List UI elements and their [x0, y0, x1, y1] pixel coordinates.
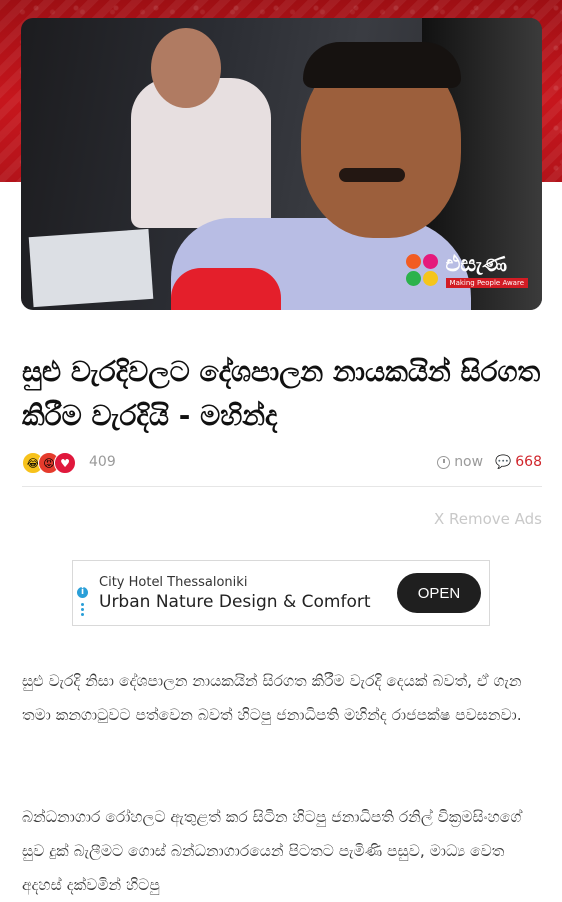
- comment-count[interactable]: 668: [515, 454, 542, 470]
- reaction-count: 409: [89, 454, 116, 470]
- ad-sponsor: City Hotel Thessaloniki: [99, 575, 248, 590]
- love-reaction-icon[interactable]: ♥: [54, 452, 76, 474]
- man-hair: [303, 42, 461, 88]
- article-meta: 😂 😡 ♥ 409 now 💬 668: [22, 452, 542, 476]
- ad-options-icon[interactable]: [81, 603, 84, 618]
- ad-info-icon[interactable]: i: [77, 587, 88, 598]
- comment-icon[interactable]: 💬: [495, 455, 511, 470]
- microphone: [171, 268, 281, 310]
- newspaper: [28, 228, 154, 308]
- remove-ads-link[interactable]: X Remove Ads: [434, 510, 542, 528]
- divider: [22, 486, 542, 487]
- driver-head: [151, 28, 221, 108]
- article-paragraph: බන්ධනාගාර රෝහලට ඇතුළත් කර සිටින හිටපු ජන…: [22, 808, 522, 894]
- time-and-comments: now 💬 668: [437, 454, 542, 470]
- ad-banner[interactable]: i City Hotel Thessaloniki Urban Nature D…: [72, 560, 490, 626]
- article-paragraph: සුළු වැරදි නිසා දේශපාලන නායකයින් සිරගත ක…: [22, 672, 522, 724]
- logo-dots-icon: [405, 254, 440, 288]
- published-time: now: [454, 454, 484, 470]
- reactions-bar[interactable]: 😂 😡 ♥: [22, 452, 76, 474]
- man-mustache: [339, 168, 405, 182]
- logo-tagline: Making People Aware: [445, 278, 528, 288]
- article-hero-image[interactable]: එසැණ Making People Aware: [21, 18, 542, 310]
- article-title: සුළු වැරදිවලට දේශපාලන නායකයින් සිරගත කිර…: [22, 355, 541, 432]
- ad-headline: Urban Nature Design & Comfort: [99, 592, 371, 612]
- ad-open-button[interactable]: OPEN: [397, 573, 481, 613]
- brand-logo: එසැණ Making People Aware: [405, 252, 528, 288]
- clock-icon: [437, 455, 451, 469]
- logo-name: එසැණ: [445, 252, 508, 277]
